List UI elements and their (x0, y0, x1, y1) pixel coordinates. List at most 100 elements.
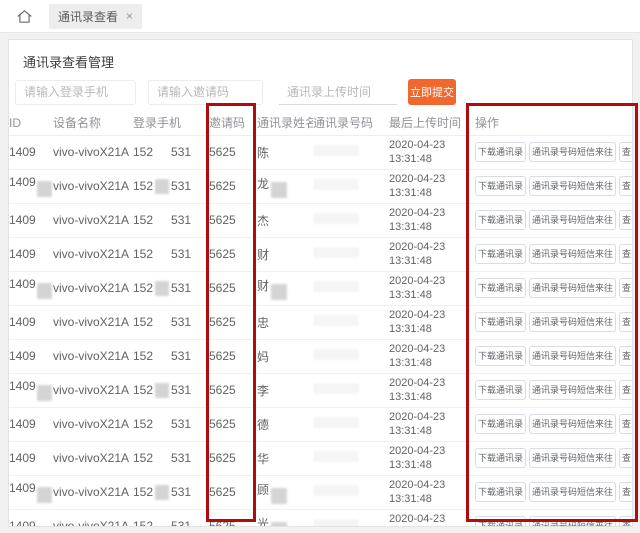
invite-code-input[interactable] (148, 80, 263, 105)
cell-contact-number (313, 475, 389, 509)
sms-history-button[interactable]: 通讯录号码短信来往 (529, 414, 616, 434)
cell-last-upload-time: 2020-04-23 13:31:48 (389, 475, 475, 509)
table-row: 1409 vivo-vivoX21A 152531 5625 李 2020-04… (9, 373, 632, 407)
download-contacts-button[interactable]: 下载通讯录 (475, 482, 526, 502)
download-contacts-button[interactable]: 下载通讯录 (475, 142, 526, 162)
sms-history-button[interactable]: 通讯录号码短信来往 (529, 244, 616, 264)
cell-id: 1409 (9, 407, 53, 441)
cell-contact-number (313, 271, 389, 305)
download-contacts-button[interactable]: 下载通讯录 (475, 278, 526, 298)
view-button[interactable]: 查 (619, 346, 632, 366)
redaction-blur (313, 383, 359, 394)
table-row: 1409 vivo-vivoX21A 152531 5625 陈 2020-04… (9, 135, 632, 169)
cell-device-name: vivo-vivoX21A (53, 441, 133, 475)
table-header-row: ID 设备名称 登录手机 邀请码 通讯录姓名 通讯录号码 最后上传时间 操作 (9, 111, 632, 135)
cell-last-upload-time: 2020-04-23 13:31:48 (389, 135, 475, 169)
cell-invite-code: 5625 (209, 339, 257, 373)
redaction-blur (155, 349, 169, 364)
cell-id: 1409 (9, 135, 53, 169)
view-button[interactable]: 查 (619, 244, 632, 264)
download-contacts-button[interactable]: 下载通讯录 (475, 516, 526, 527)
view-button[interactable]: 查 (619, 312, 632, 332)
view-button[interactable]: 查 (619, 210, 632, 230)
redaction-blur (313, 247, 359, 258)
sms-history-button[interactable]: 通讯录号码短信来往 (529, 448, 616, 468)
view-button[interactable]: 查 (619, 482, 632, 502)
redaction-blur (155, 281, 169, 296)
cell-contact-name: 德 (257, 407, 313, 441)
view-button[interactable]: 查 (619, 278, 632, 298)
cell-actions: 下载通讯录通讯录号码短信来往查 (475, 373, 632, 407)
cell-contact-number (313, 203, 389, 237)
redaction-blur (313, 485, 359, 496)
cell-contact-number (313, 169, 389, 203)
cell-contact-number (313, 509, 389, 527)
cell-last-upload-time: 2020-04-23 13:31:48 (389, 271, 475, 305)
download-contacts-button[interactable]: 下载通讯录 (475, 312, 526, 332)
redaction-blur (155, 315, 169, 330)
download-contacts-button[interactable]: 下载通讯录 (475, 176, 526, 196)
cell-last-upload-time: 2020-04-23 13:31:48 (389, 509, 475, 527)
view-button[interactable]: 查 (619, 380, 632, 400)
cell-actions: 下载通讯录通讯录号码短信来往查 (475, 271, 632, 305)
redaction-blur (37, 283, 52, 299)
view-button[interactable]: 查 (619, 414, 632, 434)
submit-button[interactable]: 立即提交 (408, 79, 456, 105)
redaction-blur (37, 181, 52, 197)
redaction-blur (271, 182, 287, 198)
sms-history-button[interactable]: 通讯录号码短信来往 (529, 142, 616, 162)
view-button[interactable]: 查 (619, 176, 632, 196)
close-icon[interactable]: × (126, 10, 133, 22)
cell-contact-number (313, 305, 389, 339)
download-contacts-button[interactable]: 下载通讯录 (475, 380, 526, 400)
download-contacts-button[interactable]: 下载通讯录 (475, 244, 526, 264)
sms-history-button[interactable]: 通讯录号码短信来往 (529, 210, 616, 230)
sms-history-button[interactable]: 通讯录号码短信来往 (529, 176, 616, 196)
redaction-blur (313, 417, 359, 428)
redaction-blur (271, 488, 287, 504)
view-button[interactable]: 查 (619, 448, 632, 468)
sms-history-button[interactable]: 通讯录号码短信来往 (529, 346, 616, 366)
sms-history-button[interactable]: 通讯录号码短信来往 (529, 380, 616, 400)
table-row: 1409 vivo-vivoX21A 152531 5625 光 2020-04… (9, 509, 632, 527)
redaction-blur (155, 485, 169, 500)
redaction-blur (155, 383, 169, 398)
download-contacts-button[interactable]: 下载通讯录 (475, 448, 526, 468)
cell-contact-name: 龙 (257, 169, 313, 203)
cell-actions: 下载通讯录通讯录号码短信来往查 (475, 203, 632, 237)
sms-history-button[interactable]: 通讯录号码短信来往 (529, 312, 616, 332)
view-button[interactable]: 查 (619, 516, 632, 527)
home-icon[interactable] (16, 8, 33, 25)
cell-device-name: vivo-vivoX21A (53, 271, 133, 305)
cell-contact-number (313, 237, 389, 271)
cell-contact-name: 妈 (257, 339, 313, 373)
view-button[interactable]: 查 (619, 142, 632, 162)
redaction-blur (37, 385, 52, 401)
login-phone-input[interactable] (15, 80, 136, 105)
column-header-id: ID (9, 111, 53, 135)
sms-history-button[interactable]: 通讯录号码短信来往 (529, 278, 616, 298)
cell-login-phone: 152531 (133, 305, 209, 339)
sms-history-button[interactable]: 通讯录号码短信来往 (529, 482, 616, 502)
cell-login-phone: 152531 (133, 271, 209, 305)
cell-device-name: vivo-vivoX21A (53, 169, 133, 203)
column-header-actions: 操作 (475, 111, 632, 135)
table-row: 1409 vivo-vivoX21A 152531 5625 财 2020-04… (9, 271, 632, 305)
redaction-blur (313, 315, 359, 326)
cell-invite-code: 5625 (209, 407, 257, 441)
cell-invite-code: 5625 (209, 169, 257, 203)
cell-invite-code: 5625 (209, 475, 257, 509)
cell-id: 1409 (9, 509, 53, 527)
upload-time-input[interactable] (279, 80, 397, 105)
download-contacts-button[interactable]: 下载通讯录 (475, 210, 526, 230)
sms-history-button[interactable]: 通讯录号码短信来往 (529, 516, 616, 527)
cell-id: 1409 (9, 441, 53, 475)
redaction-blur (313, 213, 359, 224)
download-contacts-button[interactable]: 下载通讯录 (475, 346, 526, 366)
cell-login-phone: 152531 (133, 203, 209, 237)
cell-contact-name: 忠 (257, 305, 313, 339)
tab-contact-view[interactable]: 通讯录查看 × (49, 4, 142, 29)
cell-invite-code: 5625 (209, 373, 257, 407)
download-contacts-button[interactable]: 下载通讯录 (475, 414, 526, 434)
redaction-blur (155, 213, 169, 228)
